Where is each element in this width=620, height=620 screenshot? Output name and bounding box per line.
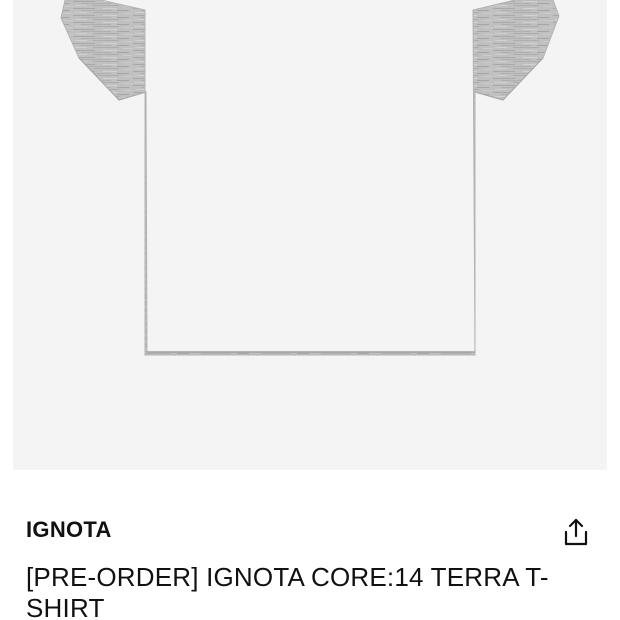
brand-name[interactable]: IGNOTA	[26, 517, 112, 543]
product-page: IGNOTA [PRE-ORDER] IGNOTA CORE:14 TERRA …	[0, 0, 620, 620]
tshirt-body	[60, 0, 560, 356]
product-image-panel[interactable]	[13, 0, 607, 470]
share-icon	[564, 518, 588, 546]
product-image	[60, 0, 560, 356]
product-title: [PRE-ORDER] IGNOTA CORE:14 TERRA T-SHIRT	[26, 562, 549, 620]
share-button[interactable]	[558, 514, 594, 550]
